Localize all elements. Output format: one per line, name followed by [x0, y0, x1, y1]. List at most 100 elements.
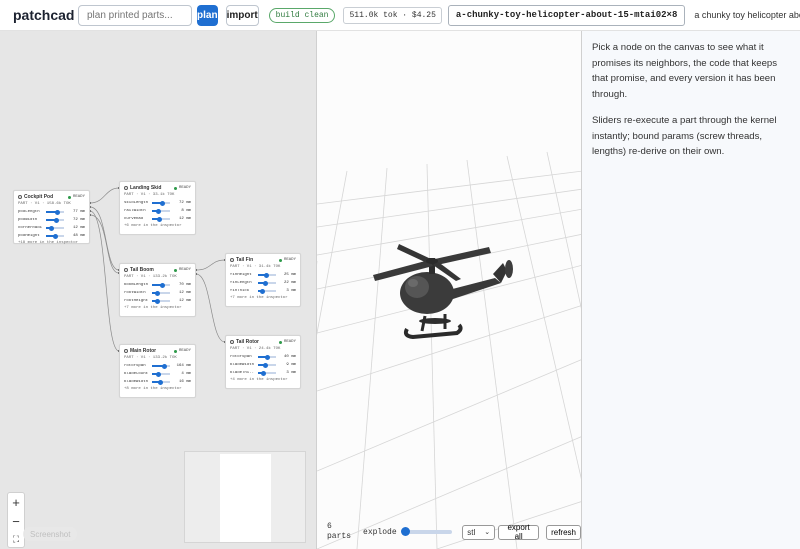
node-more-link[interactable]: +8 more in the inspector [120, 386, 195, 394]
param-slider-thumb[interactable] [156, 216, 162, 222]
param-value: 12 mm [178, 299, 191, 303]
param-slider[interactable] [152, 298, 170, 304]
param-row[interactable]: bladeWidth 16 mm [120, 378, 195, 386]
node-canvas[interactable]: Cockpit Pod READY PART · V1 · 158.6k TOK … [0, 31, 316, 549]
param-name: bladeWidth [230, 363, 255, 367]
param-row[interactable]: finLength 22 mm [226, 279, 300, 287]
zoom-out-button[interactable]: − [12, 514, 20, 529]
param-slider-thumb[interactable] [154, 290, 160, 296]
node-tail-rotor[interactable]: Tail Rotor READY PART · V1 · 24.4k TOK ro… [225, 335, 301, 389]
fit-view-button[interactable]: ⛶ [13, 534, 19, 545]
param-slider[interactable] [152, 200, 170, 206]
node-landing-skid[interactable]: Landing Skid READY PART · V1 · 33.1k TOK … [119, 181, 196, 235]
param-row[interactable]: finHeight 25 mm [226, 271, 300, 279]
param-slider[interactable] [258, 354, 276, 360]
node-main-rotor[interactable]: Main Rotor READY PART · V1 · 133.2k TOK r… [119, 344, 196, 398]
param-row[interactable]: podLength 77 mm [14, 208, 89, 216]
param-row[interactable]: rotorSpan 164 mm [120, 362, 195, 370]
param-row[interactable]: rotorSpan 40 mm [226, 353, 300, 361]
param-slider[interactable] [46, 209, 64, 215]
node-more-link[interactable]: +4 more in the inspector [226, 377, 300, 385]
param-slider-thumb[interactable] [55, 209, 61, 215]
param-slider-thumb[interactable] [54, 217, 60, 223]
param-slider[interactable] [258, 288, 276, 294]
param-slider[interactable] [46, 217, 64, 223]
param-slider-thumb[interactable] [155, 208, 161, 214]
param-slider-thumb[interactable] [48, 225, 54, 231]
param-slider-thumb[interactable] [264, 354, 270, 360]
param-value: 70 mm [178, 283, 191, 287]
param-slider[interactable] [46, 233, 64, 239]
param-slider[interactable] [152, 363, 170, 369]
minimap[interactable] [184, 451, 306, 543]
param-slider[interactable] [46, 225, 64, 231]
param-row[interactable]: podHeight 48 mm [14, 232, 89, 240]
node-more-link[interactable]: +6 more in the inspector [120, 223, 195, 231]
param-slider-thumb[interactable] [162, 363, 168, 369]
param-row[interactable]: boomLength 70 mm [120, 281, 195, 289]
param-slider-thumb[interactable] [260, 288, 265, 294]
param-slider-thumb[interactable] [52, 233, 58, 239]
param-slider-thumb[interactable] [155, 371, 161, 377]
node-tail-fin[interactable]: Tail Fin READY PART · V1 · 31.4k TOK finH… [225, 253, 301, 307]
node-icon [18, 195, 22, 199]
node-more-link[interactable]: +18 more in the inspector [14, 240, 89, 248]
param-slider[interactable] [152, 371, 170, 377]
export-all-button[interactable]: export all [498, 523, 540, 541]
param-row[interactable]: rootWidth 12 mm [120, 289, 195, 297]
param-row[interactable]: cornerRadi 12 mm [14, 224, 89, 232]
explode-slider[interactable] [400, 527, 453, 536]
param-name: bladeThi.. [230, 371, 255, 375]
param-row[interactable]: bladeWidth 9 mm [226, 361, 300, 369]
param-slider-thumb[interactable] [260, 370, 266, 376]
refresh-button[interactable]: refresh [546, 524, 581, 540]
param-slider[interactable] [258, 280, 276, 286]
plan-input[interactable] [78, 4, 192, 26]
node-tail-boom[interactable]: Tail Boom READY PART · V1 · 133.2k TOK bo… [119, 263, 196, 317]
param-row[interactable]: curveRad 12 mm [120, 215, 195, 223]
3d-viewport[interactable]: 6 parts explode stl ⌄ export all refresh [316, 31, 582, 549]
minimap-viewport[interactable] [220, 454, 271, 542]
param-slider-thumb[interactable] [154, 298, 160, 304]
param-slider-thumb[interactable] [262, 362, 268, 368]
param-slider-thumb[interactable] [262, 280, 268, 286]
param-slider-thumb[interactable] [263, 272, 269, 278]
param-slider[interactable] [152, 216, 170, 222]
param-slider[interactable] [152, 208, 170, 214]
export-format-value: stl [467, 527, 476, 537]
param-name: railWidth [124, 209, 146, 213]
param-row[interactable]: skidLength 72 mm [120, 199, 195, 207]
param-row[interactable]: railWidth 8 mm [120, 207, 195, 215]
param-slider[interactable] [258, 272, 276, 278]
param-row[interactable]: podWidth 72 mm [14, 216, 89, 224]
node-more-link[interactable]: +7 more in the inspector [120, 305, 195, 313]
param-slider-thumb[interactable] [160, 282, 166, 288]
node-status: READY [283, 340, 296, 344]
export-format-select[interactable]: stl ⌄ [462, 524, 496, 540]
zoom-in-button[interactable]: + [12, 495, 20, 510]
param-name: finThick [230, 289, 250, 293]
param-slider[interactable] [152, 379, 170, 385]
param-row[interactable]: rootHeight 12 mm [120, 297, 195, 305]
logo-text: patchcad [13, 7, 75, 23]
3d-scene [317, 151, 581, 549]
param-slider[interactable] [152, 282, 170, 288]
logo[interactable]: patchcad [10, 7, 74, 23]
param-row[interactable]: finThick 3 mm [226, 287, 300, 295]
plan-button[interactable]: plan [197, 4, 218, 26]
param-slider-thumb[interactable] [157, 379, 163, 385]
explode-slider-thumb[interactable] [400, 527, 410, 536]
param-slider-thumb[interactable] [160, 200, 166, 206]
param-row[interactable]: bladeThi.. 3 mm [226, 369, 300, 377]
param-slider[interactable] [258, 370, 276, 376]
node-cockpit-pod[interactable]: Cockpit Pod READY PART · V1 · 158.6k TOK … [13, 190, 90, 245]
param-slider[interactable] [152, 290, 170, 296]
param-value: 16 mm [178, 380, 191, 384]
param-slider[interactable] [258, 362, 276, 368]
project-slug[interactable]: a-chunky-toy-helicopter-about-15-mtai02×… [447, 4, 686, 26]
import-button[interactable]: import [225, 4, 259, 26]
param-value: 164 mm [176, 364, 191, 368]
param-row[interactable]: bladeCount 4 mm [120, 370, 195, 378]
node-title: Cockpit Pod [24, 194, 54, 200]
node-more-link[interactable]: +7 more in the inspector [226, 295, 300, 303]
